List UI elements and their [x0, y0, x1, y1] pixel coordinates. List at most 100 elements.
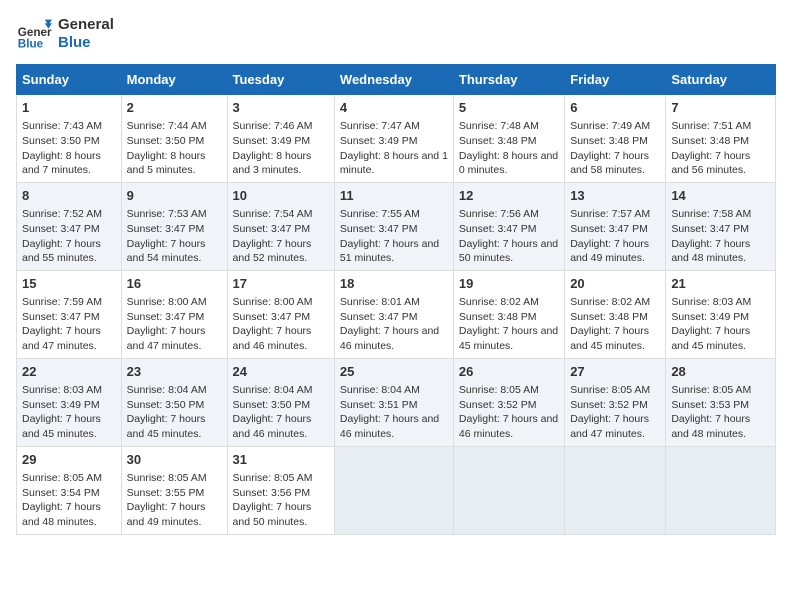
sunset-text: Sunset: 3:54 PM [22, 486, 116, 501]
calendar-cell: 19Sunrise: 8:02 AMSunset: 3:48 PMDayligh… [453, 270, 564, 358]
calendar-cell: 27Sunrise: 8:05 AMSunset: 3:52 PMDayligh… [565, 358, 666, 446]
week-row-3: 15 Sunrise: 7:59 AM Sunset: 3:47 PM Dayligh… [17, 270, 776, 358]
sunrise-text: Sunrise: 7:58 AM [671, 207, 770, 222]
calendar-cell: 26Sunrise: 8:05 AMSunset: 3:52 PMDayligh… [453, 358, 564, 446]
calendar-cell: 5Sunrise: 7:48 AMSunset: 3:48 PMDaylight… [453, 95, 564, 183]
header-day-monday: Monday [121, 65, 227, 95]
day-number: 12 [459, 187, 559, 205]
daylight-text: Daylight: 7 hours and 49 minutes. [127, 500, 222, 529]
calendar-cell [334, 446, 453, 534]
calendar-cell: 30Sunrise: 8:05 AMSunset: 3:55 PMDayligh… [121, 446, 227, 534]
daylight-text: Daylight: 8 hours and 7 minutes. [22, 149, 116, 178]
sunrise-text: Sunrise: 8:00 AM [127, 295, 222, 310]
day-number: 26 [459, 363, 559, 381]
sunrise-text: Sunrise: 7:55 AM [340, 207, 448, 222]
day-number: 19 [459, 275, 559, 293]
calendar-cell [565, 446, 666, 534]
calendar-cell: 3Sunrise: 7:46 AMSunset: 3:49 PMDaylight… [227, 95, 334, 183]
sunset-text: Sunset: 3:47 PM [127, 310, 222, 325]
day-number: 17 [233, 275, 329, 293]
daylight-text: Daylight: 8 hours and 0 minutes. [459, 149, 559, 178]
sunrise-text: Sunrise: 7:47 AM [340, 119, 448, 134]
calendar-cell: 22Sunrise: 8:03 AMSunset: 3:49 PMDayligh… [17, 358, 122, 446]
day-number: 11 [340, 187, 448, 205]
day-number: 29 [22, 451, 116, 469]
calendar-table: SundayMondayTuesdayWednesdayThursdayFrid… [16, 64, 776, 535]
sunrise-text: Sunrise: 8:02 AM [570, 295, 660, 310]
day-number: 31 [233, 451, 329, 469]
sunset-text: Sunset: 3:52 PM [459, 398, 559, 413]
sunset-text: Sunset: 3:50 PM [22, 134, 116, 149]
logo: General Blue General Blue [16, 16, 114, 52]
header-day-saturday: Saturday [666, 65, 776, 95]
sunset-text: Sunset: 3:49 PM [671, 310, 770, 325]
day-number: 2 [127, 99, 222, 117]
calendar-cell: 15Sunrise: 7:59 AMSunset: 3:47 PMDayligh… [17, 270, 122, 358]
header-day-tuesday: Tuesday [227, 65, 334, 95]
calendar-cell: 1Sunrise: 7:43 AMSunset: 3:50 PMDaylight… [17, 95, 122, 183]
day-number: 21 [671, 275, 770, 293]
day-number: 24 [233, 363, 329, 381]
day-number: 16 [127, 275, 222, 293]
logo-blue: Blue [58, 34, 114, 52]
calendar-cell: 7Sunrise: 7:51 AMSunset: 3:48 PMDaylight… [666, 95, 776, 183]
daylight-text: Daylight: 7 hours and 45 minutes. [459, 324, 559, 353]
day-number: 18 [340, 275, 448, 293]
calendar-cell: 21Sunrise: 8:03 AMSunset: 3:49 PMDayligh… [666, 270, 776, 358]
sunset-text: Sunset: 3:50 PM [127, 398, 222, 413]
day-number: 27 [570, 363, 660, 381]
svg-text:Blue: Blue [18, 38, 44, 51]
day-number: 25 [340, 363, 448, 381]
daylight-text: Daylight: 7 hours and 50 minutes. [459, 237, 559, 266]
sunrise-text: Sunrise: 7:59 AM [22, 295, 116, 310]
sunset-text: Sunset: 3:51 PM [340, 398, 448, 413]
sunrise-text: Sunrise: 8:05 AM [127, 471, 222, 486]
daylight-text: Daylight: 7 hours and 48 minutes. [671, 237, 770, 266]
daylight-text: Daylight: 7 hours and 45 minutes. [671, 324, 770, 353]
calendar-cell: 28Sunrise: 8:05 AMSunset: 3:53 PMDayligh… [666, 358, 776, 446]
daylight-text: Daylight: 7 hours and 52 minutes. [233, 237, 329, 266]
daylight-text: Daylight: 8 hours and 3 minutes. [233, 149, 329, 178]
sunset-text: Sunset: 3:49 PM [340, 134, 448, 149]
day-number: 14 [671, 187, 770, 205]
sunset-text: Sunset: 3:48 PM [459, 310, 559, 325]
daylight-text: Daylight: 7 hours and 48 minutes. [671, 412, 770, 441]
sunset-text: Sunset: 3:47 PM [22, 222, 116, 237]
sunset-text: Sunset: 3:52 PM [570, 398, 660, 413]
calendar-cell: 10Sunrise: 7:54 AMSunset: 3:47 PMDayligh… [227, 182, 334, 270]
daylight-text: Daylight: 7 hours and 54 minutes. [127, 237, 222, 266]
calendar-cell: 18Sunrise: 8:01 AMSunset: 3:47 PMDayligh… [334, 270, 453, 358]
calendar-cell: 8Sunrise: 7:52 AMSunset: 3:47 PMDaylight… [17, 182, 122, 270]
sunrise-text: Sunrise: 7:49 AM [570, 119, 660, 134]
calendar-cell: 9Sunrise: 7:53 AMSunset: 3:47 PMDaylight… [121, 182, 227, 270]
day-number: 3 [233, 99, 329, 117]
daylight-text: Daylight: 7 hours and 46 minutes. [233, 324, 329, 353]
sunrise-text: Sunrise: 7:51 AM [671, 119, 770, 134]
day-number: 13 [570, 187, 660, 205]
header-day-sunday: Sunday [17, 65, 122, 95]
day-number: 28 [671, 363, 770, 381]
day-number: 7 [671, 99, 770, 117]
daylight-text: Daylight: 7 hours and 45 minutes. [570, 324, 660, 353]
sunset-text: Sunset: 3:47 PM [340, 310, 448, 325]
daylight-text: Daylight: 7 hours and 45 minutes. [127, 412, 222, 441]
sunset-text: Sunset: 3:55 PM [127, 486, 222, 501]
header-day-wednesday: Wednesday [334, 65, 453, 95]
sunrise-text: Sunrise: 8:05 AM [671, 383, 770, 398]
sunset-text: Sunset: 3:47 PM [233, 222, 329, 237]
sunrise-text: Sunrise: 7:54 AM [233, 207, 329, 222]
header-day-friday: Friday [565, 65, 666, 95]
day-number: 22 [22, 363, 116, 381]
day-number: 5 [459, 99, 559, 117]
sunrise-text: Sunrise: 8:05 AM [22, 471, 116, 486]
day-number: 20 [570, 275, 660, 293]
sunset-text: Sunset: 3:48 PM [671, 134, 770, 149]
calendar-cell: 16Sunrise: 8:00 AMSunset: 3:47 PMDayligh… [121, 270, 227, 358]
day-number: 15 [22, 275, 116, 293]
day-number: 8 [22, 187, 116, 205]
calendar-cell: 23Sunrise: 8:04 AMSunset: 3:50 PMDayligh… [121, 358, 227, 446]
sunrise-text: Sunrise: 8:01 AM [340, 295, 448, 310]
daylight-text: Daylight: 7 hours and 55 minutes. [22, 237, 116, 266]
calendar-cell: 24Sunrise: 8:04 AMSunset: 3:50 PMDayligh… [227, 358, 334, 446]
daylight-text: Daylight: 8 hours and 5 minutes. [127, 149, 222, 178]
